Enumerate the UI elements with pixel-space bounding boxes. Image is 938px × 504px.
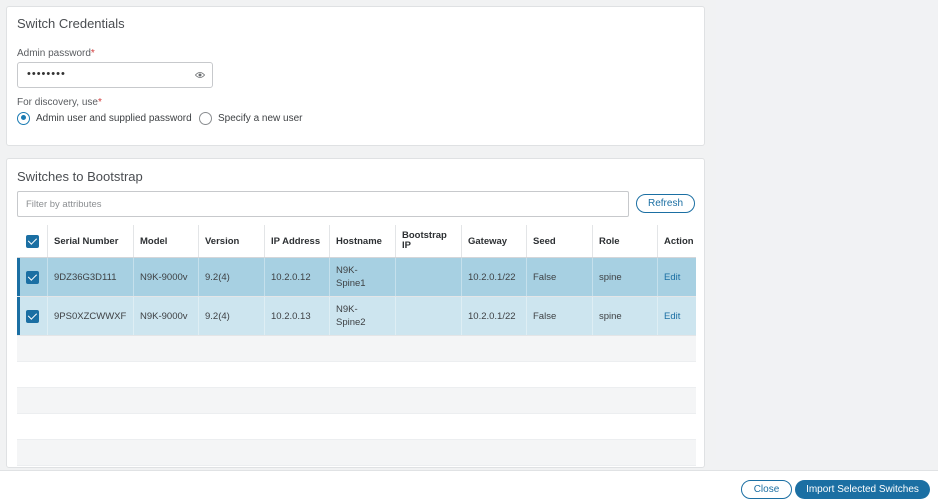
col-hostname[interactable]: Hostname	[329, 225, 395, 257]
empty-row	[17, 388, 696, 414]
bootstrap-title: Switches to Bootstrap	[17, 169, 143, 184]
admin-password-label-text: Admin password	[17, 48, 91, 59]
cell-seed: False	[526, 297, 592, 335]
admin-password-value: ••••••••	[27, 68, 66, 80]
row-checkbox[interactable]	[17, 297, 47, 335]
show-password-icon[interactable]	[195, 71, 205, 79]
cell-ip: 10.2.0.12	[264, 258, 329, 296]
admin-password-label: Admin password*	[17, 48, 95, 59]
col-role[interactable]: Role	[592, 225, 657, 257]
col-version[interactable]: Version	[198, 225, 264, 257]
empty-row	[17, 336, 696, 362]
table-row[interactable]: 9PS0XZCWWXF N9K-9000v 9.2(4) 10.2.0.13 N…	[17, 297, 696, 336]
cell-ip: 10.2.0.13	[264, 297, 329, 335]
credentials-title: Switch Credentials	[17, 16, 125, 31]
edit-link[interactable]: Edit	[657, 297, 696, 335]
switches-bootstrap-card: Switches to Bootstrap Filter by attribut…	[6, 158, 705, 468]
refresh-button[interactable]: Refresh	[636, 194, 695, 213]
col-seed[interactable]: Seed	[526, 225, 592, 257]
radio-admin-user[interactable]: Admin user and supplied password	[17, 110, 192, 126]
cell-seed: False	[526, 258, 592, 296]
col-bootstrap-ip-label: Bootstrap IP	[402, 230, 447, 251]
edit-link-label[interactable]: Edit	[664, 311, 680, 322]
row-checkbox[interactable]	[17, 258, 47, 296]
cell-version: 9.2(4)	[198, 297, 264, 335]
discovery-label-text: For discovery, use	[17, 97, 98, 108]
cell-gateway: 10.2.0.1/22	[461, 297, 526, 335]
col-gateway[interactable]: Gateway	[461, 225, 526, 257]
close-button[interactable]: Close	[741, 480, 792, 499]
empty-row	[17, 362, 696, 388]
required-mark: *	[97, 97, 102, 108]
checkbox-checked-icon[interactable]	[26, 270, 39, 284]
edit-link[interactable]: Edit	[657, 258, 696, 296]
cell-hostname: N9K-Spine2	[329, 297, 395, 335]
radio-admin-user-label: Admin user and supplied password	[36, 112, 192, 124]
radio-new-user-label: Specify a new user	[218, 112, 303, 124]
cell-role: spine	[592, 297, 657, 335]
cell-hostname: N9K-Spine1	[329, 258, 395, 296]
cell-model: N9K-9000v	[133, 258, 198, 296]
switches-table: Serial Number Model Version IP Address H…	[17, 225, 696, 466]
radio-selected-icon[interactable]	[17, 111, 30, 125]
cell-hostname-text: N9K-Spine2	[336, 304, 366, 328]
table-row[interactable]: 9DZ36G3D111 N9K-9000v 9.2(4) 10.2.0.12 N…	[17, 258, 696, 297]
filter-input[interactable]: Filter by attributes	[17, 191, 629, 217]
edit-link-label[interactable]: Edit	[664, 272, 680, 283]
cell-gateway: 10.2.0.1/22	[461, 258, 526, 296]
discovery-label: For discovery, use*	[17, 97, 102, 108]
cell-model: N9K-9000v	[133, 297, 198, 335]
required-mark: *	[90, 48, 95, 59]
radio-unselected-icon[interactable]	[199, 111, 212, 125]
col-action: Action	[657, 225, 696, 257]
radio-new-user[interactable]: Specify a new user	[199, 110, 303, 126]
col-bootstrap-ip[interactable]: Bootstrap IP	[395, 225, 461, 257]
cell-serial: 9DZ36G3D111	[47, 258, 133, 296]
col-serial-number[interactable]: Serial Number	[47, 225, 133, 257]
side-panel	[716, 0, 938, 460]
admin-password-field[interactable]: ••••••••	[17, 62, 213, 88]
cell-serial: 9PS0XZCWWXF	[47, 297, 133, 335]
select-all-checkbox[interactable]	[17, 225, 47, 257]
cell-role: spine	[592, 258, 657, 296]
cell-bootstrap-ip	[395, 258, 461, 296]
checkbox-checked-icon[interactable]	[26, 309, 39, 323]
col-ip-address[interactable]: IP Address	[264, 225, 329, 257]
filter-placeholder: Filter by attributes	[26, 199, 102, 210]
empty-row	[17, 414, 696, 440]
col-model[interactable]: Model	[133, 225, 198, 257]
cell-bootstrap-ip	[395, 297, 461, 335]
cell-hostname-text: N9K-Spine1	[336, 265, 366, 289]
import-selected-switches-button[interactable]: Import Selected Switches	[795, 480, 930, 499]
table-header: Serial Number Model Version IP Address H…	[17, 225, 696, 258]
checkbox-checked-icon[interactable]	[26, 234, 39, 248]
cell-version: 9.2(4)	[198, 258, 264, 296]
switch-credentials-card: Switch Credentials Admin password* •••••…	[6, 6, 705, 146]
empty-row	[17, 440, 696, 466]
dialog-footer: Close Import Selected Switches	[0, 470, 938, 504]
